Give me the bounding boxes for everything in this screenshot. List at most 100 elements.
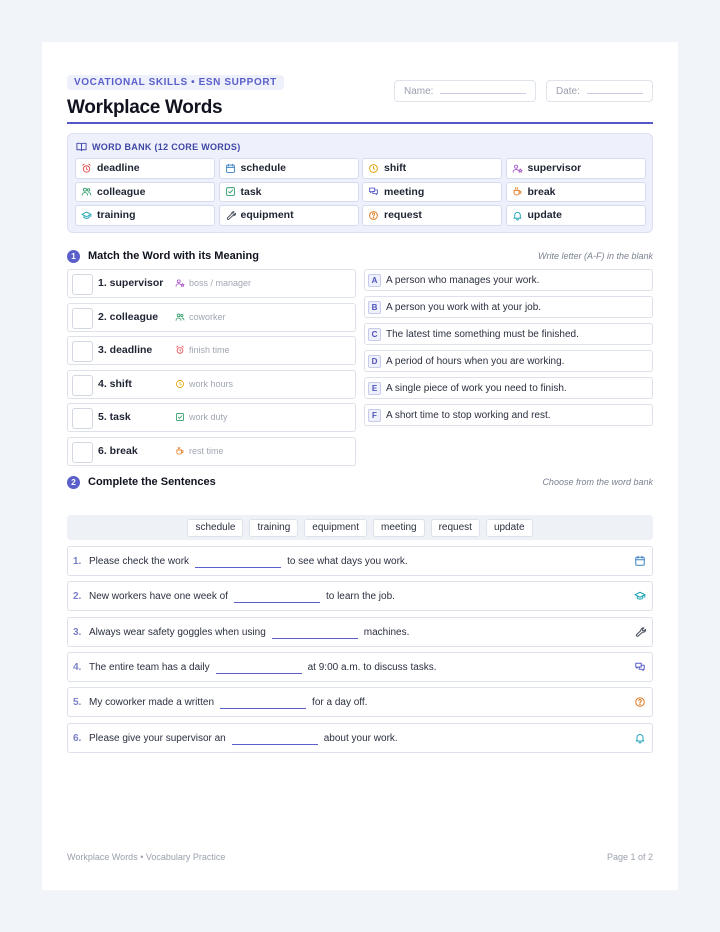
section-2-hint: Choose from the word bank — [542, 477, 653, 487]
date-field[interactable]: Date: — [546, 80, 653, 102]
option-pill-schedule: schedule — [187, 518, 244, 537]
sentence-text: The entire team has a daily at 9:00 a.m. … — [89, 662, 437, 674]
definition-letter: E — [368, 381, 381, 395]
sentence-row: 2. New workers have one week of to learn t… — [67, 581, 653, 612]
word-bank-chip-colleague: colleague — [75, 181, 215, 202]
definition-row: D A period of hours when you are working. — [364, 349, 653, 372]
answer-blank[interactable] — [220, 697, 307, 710]
answer-options-bar: schedule training equipment meeting request u… — [67, 515, 653, 540]
definition-row: A A person who manages your work. — [364, 269, 653, 291]
sentence-before: My coworker made a written — [89, 697, 215, 709]
word-bank-chip-request: request — [362, 205, 502, 226]
calendar-icon — [635, 555, 645, 566]
sentence-before: Please give your supervisor an — [89, 732, 226, 744]
match-word: 3. deadline — [98, 344, 153, 357]
word-bank-chip-supervisor: supervisor — [505, 158, 646, 179]
sentence-row: 1. Please check the work to see what days … — [67, 546, 653, 576]
answer-box[interactable] — [72, 307, 93, 329]
definition-row: B A person you work with at your job. — [364, 295, 653, 318]
section-2-badge: 2 — [67, 476, 80, 489]
word-bank-chip-label: meeting — [384, 185, 425, 198]
sentence-after: for a day off. — [312, 697, 368, 709]
definition-row: C The latest time something must be finis… — [364, 322, 653, 345]
word-bank-chip-label: schedule — [240, 162, 287, 175]
definition-letter: D — [368, 354, 381, 368]
chat-bubbles-icon — [635, 662, 645, 671]
section-1-badge: 1 — [67, 250, 80, 263]
match-word: 2. colleague — [98, 310, 159, 323]
match-word-hint: finish time — [175, 345, 230, 355]
name-label: Name: — [404, 86, 434, 97]
answer-blank[interactable] — [195, 556, 282, 568]
sentence-text: Always wear safety goggles when using mac… — [89, 627, 409, 639]
bell-icon — [635, 733, 645, 743]
name-field[interactable]: Name: — [394, 80, 536, 102]
match-word-hint-text: finish time — [189, 345, 230, 356]
answer-box[interactable] — [72, 374, 93, 396]
worksheet-content: VOCATIONAL SKILLS • ESN SUPPORT Workplac… — [67, 72, 653, 753]
word-bank-chip-equipment: equipment — [218, 205, 359, 226]
answer-blank[interactable] — [215, 662, 302, 674]
word-bank-chip-label: supervisor — [527, 162, 582, 175]
header-divider — [67, 122, 653, 124]
question-circle-icon — [635, 697, 645, 707]
coffee-cup-icon — [513, 187, 521, 196]
date-label: Date: — [556, 86, 580, 97]
word-bank-chip-schedule: schedule — [218, 158, 359, 179]
definition-row: E A single piece of work you need to fini… — [364, 376, 653, 399]
match-word: 4. shift — [98, 377, 132, 390]
users-icon — [81, 187, 92, 196]
check-square-icon — [176, 413, 184, 422]
match-word-row: 6. break rest time — [67, 437, 356, 466]
sentence-after: about your work. — [323, 732, 398, 744]
answer-box[interactable] — [72, 274, 93, 295]
sentence-text: Please give your supervisor an about your… — [89, 733, 398, 745]
answer-box[interactable] — [72, 442, 93, 463]
match-word-hint-text: coworker — [189, 311, 226, 322]
definition-row: F A short time to stop working and rest. — [364, 403, 653, 426]
book-icon — [76, 142, 87, 152]
match-word-row: 3. deadline finish time — [67, 336, 356, 366]
coffee-cup-icon — [176, 447, 184, 455]
option-pill-training: training — [249, 518, 299, 537]
sentence-row: 3. Always wear safety goggles when using m… — [67, 616, 653, 647]
answer-box[interactable] — [72, 341, 93, 363]
users-icon — [175, 313, 185, 321]
word-bank-chip-training: training — [75, 205, 215, 226]
sentence-text: My coworker made a written for a day off. — [89, 697, 368, 710]
sentence-icon — [634, 590, 646, 605]
word-bank-chip-update: update — [505, 205, 646, 226]
word-bank-grid: deadline schedule shift supervisor colleague… — [75, 158, 646, 226]
word-bank-chip-meeting: meeting — [362, 181, 502, 202]
match-word-row: 1. supervisor boss / manager — [67, 269, 356, 298]
sentence-icon — [634, 732, 646, 747]
match-word: 1. supervisor — [98, 277, 164, 289]
definition-text: A person you work with at your job. — [386, 301, 542, 313]
sentence-icon — [634, 555, 646, 570]
match-word: 6. break — [98, 445, 138, 457]
word-bank-chip-label: request — [384, 209, 422, 222]
match-word-hint: work duty — [175, 412, 228, 422]
sentence-after: to learn the job. — [325, 591, 395, 603]
option-pill-meeting: meeting — [373, 518, 425, 537]
word-bank-chip-label: task — [240, 185, 262, 198]
answer-blank[interactable] — [271, 627, 358, 639]
word-bank-chip-label: training — [97, 209, 136, 222]
sentence-number: 5. — [73, 697, 82, 709]
option-pill-update: update — [485, 518, 533, 537]
answer-blank[interactable] — [231, 733, 318, 745]
sentence-before: Always wear safety goggles when using — [89, 626, 266, 638]
answer-box[interactable] — [72, 408, 93, 430]
footer-title: Workplace Words • Vocabulary Practice — [67, 852, 226, 862]
answer-blank[interactable] — [233, 591, 320, 604]
definition-text: The latest time something must be finish… — [386, 328, 579, 340]
alarm-clock-icon — [82, 163, 91, 173]
sentence-row: 4. The entire team has a daily at 9:00 a.m… — [67, 651, 653, 682]
sentence-row: 5. My coworker made a written for a day of… — [67, 687, 653, 718]
section-1-header: 1 Match the Word with its Meaning Write … — [67, 249, 653, 265]
wrench-icon — [226, 210, 236, 220]
sentence-icon — [634, 696, 646, 711]
sentence-before: Please check the work — [89, 556, 190, 567]
clock-icon — [369, 163, 378, 173]
word-bank-chip-task: task — [218, 181, 359, 202]
